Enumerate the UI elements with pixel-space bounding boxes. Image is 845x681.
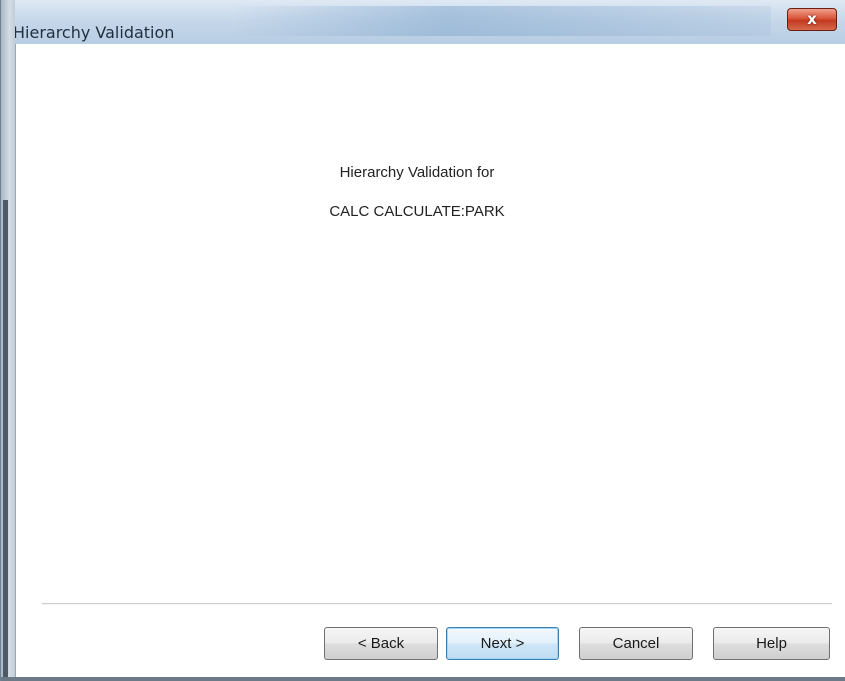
title-bar-glow: [231, 6, 771, 36]
wizard-dialog: Hierarchy Validation x Hierarchy Validat…: [0, 0, 845, 681]
close-icon: x: [807, 10, 817, 28]
next-button[interactable]: Next >: [446, 627, 559, 660]
validation-heading: Hierarchy Validation for: [339, 164, 495, 181]
dialog-body: Hierarchy Validation for CALC CALCULATE:…: [15, 44, 845, 681]
window-left-border: [1, 0, 15, 681]
close-button[interactable]: x: [787, 8, 837, 31]
button-separator: [42, 603, 832, 605]
back-button[interactable]: < Back: [324, 627, 438, 660]
window-bottom-border: [1, 677, 845, 681]
help-button[interactable]: Help: [713, 627, 830, 660]
window-title: Hierarchy Validation: [13, 23, 175, 42]
cancel-button[interactable]: Cancel: [579, 627, 693, 660]
validation-target: CALC CALCULATE:PARK: [329, 203, 505, 220]
window-left-shadow: [3, 200, 8, 681]
title-bar[interactable]: Hierarchy Validation x: [1, 0, 845, 44]
